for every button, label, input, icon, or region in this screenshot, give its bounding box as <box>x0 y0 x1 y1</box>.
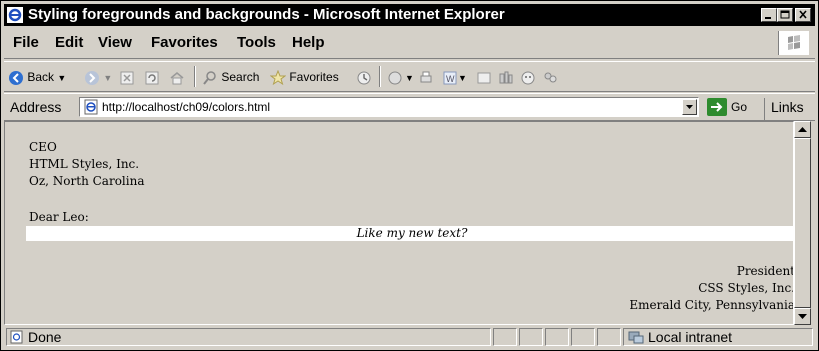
search-icon <box>203 71 216 85</box>
status-text: Done <box>28 329 62 345</box>
page-icon <box>84 99 98 115</box>
window-title: Styling foregrounds and backgrounds - Mi… <box>28 6 505 23</box>
forward-button[interactable]: ▼ <box>84 68 112 86</box>
address-dropdown-button[interactable] <box>682 99 697 115</box>
messenger-icon <box>521 71 535 85</box>
discuss-button[interactable] <box>476 68 492 86</box>
windows-flag-icon <box>788 35 800 50</box>
research-icon <box>499 71 513 84</box>
stop-button[interactable] <box>119 68 135 86</box>
status-pane <box>571 328 595 346</box>
intranet-zone-icon <box>628 331 644 344</box>
research-button[interactable] <box>498 68 514 86</box>
maximize-icon <box>780 10 790 19</box>
security-zone-pane: Local intranet <box>623 328 813 346</box>
status-pane <box>493 328 517 346</box>
vertical-scrollbar[interactable] <box>794 121 811 325</box>
search-button[interactable]: Search <box>202 68 259 86</box>
menu-file[interactable]: File <box>13 33 39 53</box>
status-pane <box>519 328 543 346</box>
svg-text:W: W <box>446 74 455 84</box>
back-button[interactable]: Back ▼ <box>8 68 66 86</box>
toolbar-separator <box>194 66 196 87</box>
status-bar: Done Local intranet <box>4 327 815 347</box>
mail-button[interactable]: ▼ <box>387 68 414 86</box>
favorites-label: Favorites <box>289 70 339 84</box>
recipient-line: CEO <box>29 140 57 154</box>
home-icon <box>170 71 184 85</box>
home-button[interactable] <box>169 68 185 86</box>
word-edit-icon: W <box>443 71 457 85</box>
address-url: http://localhost/ch09/colors.html <box>102 100 271 114</box>
page-done-icon <box>10 330 23 344</box>
toolbar-separator <box>379 66 381 87</box>
scroll-down-button[interactable] <box>794 308 811 325</box>
messenger-button[interactable] <box>520 68 536 86</box>
print-icon <box>420 71 432 83</box>
scroll-thumb[interactable] <box>794 138 811 308</box>
minimize-icon <box>765 17 771 19</box>
status-text-pane: Done <box>6 328 491 346</box>
recipient-address: CEO HTML Styles, Inc. Oz, North Carolina <box>29 139 144 190</box>
maximize-button[interactable] <box>777 8 793 22</box>
ie-logo-icon <box>7 7 23 23</box>
scroll-up-button[interactable] <box>794 121 811 138</box>
close-icon <box>799 10 807 19</box>
search-label: Search <box>221 70 260 84</box>
menu-tools[interactable]: Tools <box>237 33 276 53</box>
page-content: CEO HTML Styles, Inc. Oz, North Carolina… <box>4 121 794 325</box>
go-button[interactable] <box>707 98 727 116</box>
address-label: Address <box>10 99 62 115</box>
status-pane <box>545 328 569 346</box>
browser-window: Styling foregrounds and backgrounds - Mi… <box>0 0 819 351</box>
arrow-up-icon <box>798 127 807 132</box>
favorites-star-icon <box>270 69 286 86</box>
signature-line: President <box>736 264 794 278</box>
minimize-button[interactable] <box>761 8 777 22</box>
go-arrow-icon <box>711 102 723 112</box>
history-icon <box>357 71 371 85</box>
address-bar: Address http://localhost/ch09/colors.htm… <box>4 93 815 134</box>
security-zone-label: Local intranet <box>648 329 733 345</box>
signature-line: Emerald City, Pennsylvania <box>629 298 794 312</box>
discuss-icon <box>477 72 491 84</box>
go-label[interactable]: Go <box>731 99 747 115</box>
mail-icon <box>388 71 402 85</box>
windows-logo <box>778 31 809 55</box>
edit-button[interactable]: W ▼ <box>442 68 467 86</box>
menu-view[interactable]: View <box>98 33 132 53</box>
stop-icon <box>120 71 134 85</box>
forward-arrow-icon <box>85 70 99 85</box>
chevron-down-icon <box>686 105 693 109</box>
links-label: Links <box>771 99 804 115</box>
recipient-line: Oz, North Carolina <box>29 174 145 188</box>
signature-line: CSS Styles, Inc. <box>698 281 794 295</box>
menu-edit[interactable]: Edit <box>55 33 83 53</box>
refresh-button[interactable] <box>144 68 160 86</box>
signature-block: President CSS Styles, Inc. Emerald City,… <box>629 263 794 314</box>
highlighted-text: Like my new text? <box>26 226 793 241</box>
address-input[interactable]: http://localhost/ch09/colors.html <box>79 97 699 117</box>
favorites-button[interactable]: Favorites <box>270 68 339 86</box>
history-button[interactable] <box>356 68 372 86</box>
print-button[interactable] <box>418 68 434 86</box>
people-icon <box>544 72 557 83</box>
standard-toolbar: Back ▼ ▼ Search Favorites ▼ W ▼ <box>4 61 815 92</box>
menu-bar: File Edit View Favorites Tools Help <box>4 28 815 59</box>
back-label: Back <box>27 70 55 84</box>
menu-favorites[interactable]: Favorites <box>151 33 218 53</box>
close-button[interactable] <box>795 8 811 22</box>
recipient-line: HTML Styles, Inc. <box>29 157 140 171</box>
status-pane <box>597 328 621 346</box>
back-arrow-icon <box>9 70 23 85</box>
greeting: Dear Leo: <box>29 210 89 224</box>
extra-tool-button[interactable] <box>542 68 558 86</box>
refresh-icon <box>145 71 159 85</box>
menu-help[interactable]: Help <box>292 33 325 53</box>
arrow-down-icon <box>798 314 807 319</box>
title-bar[interactable]: Styling foregrounds and backgrounds - Mi… <box>4 4 815 26</box>
